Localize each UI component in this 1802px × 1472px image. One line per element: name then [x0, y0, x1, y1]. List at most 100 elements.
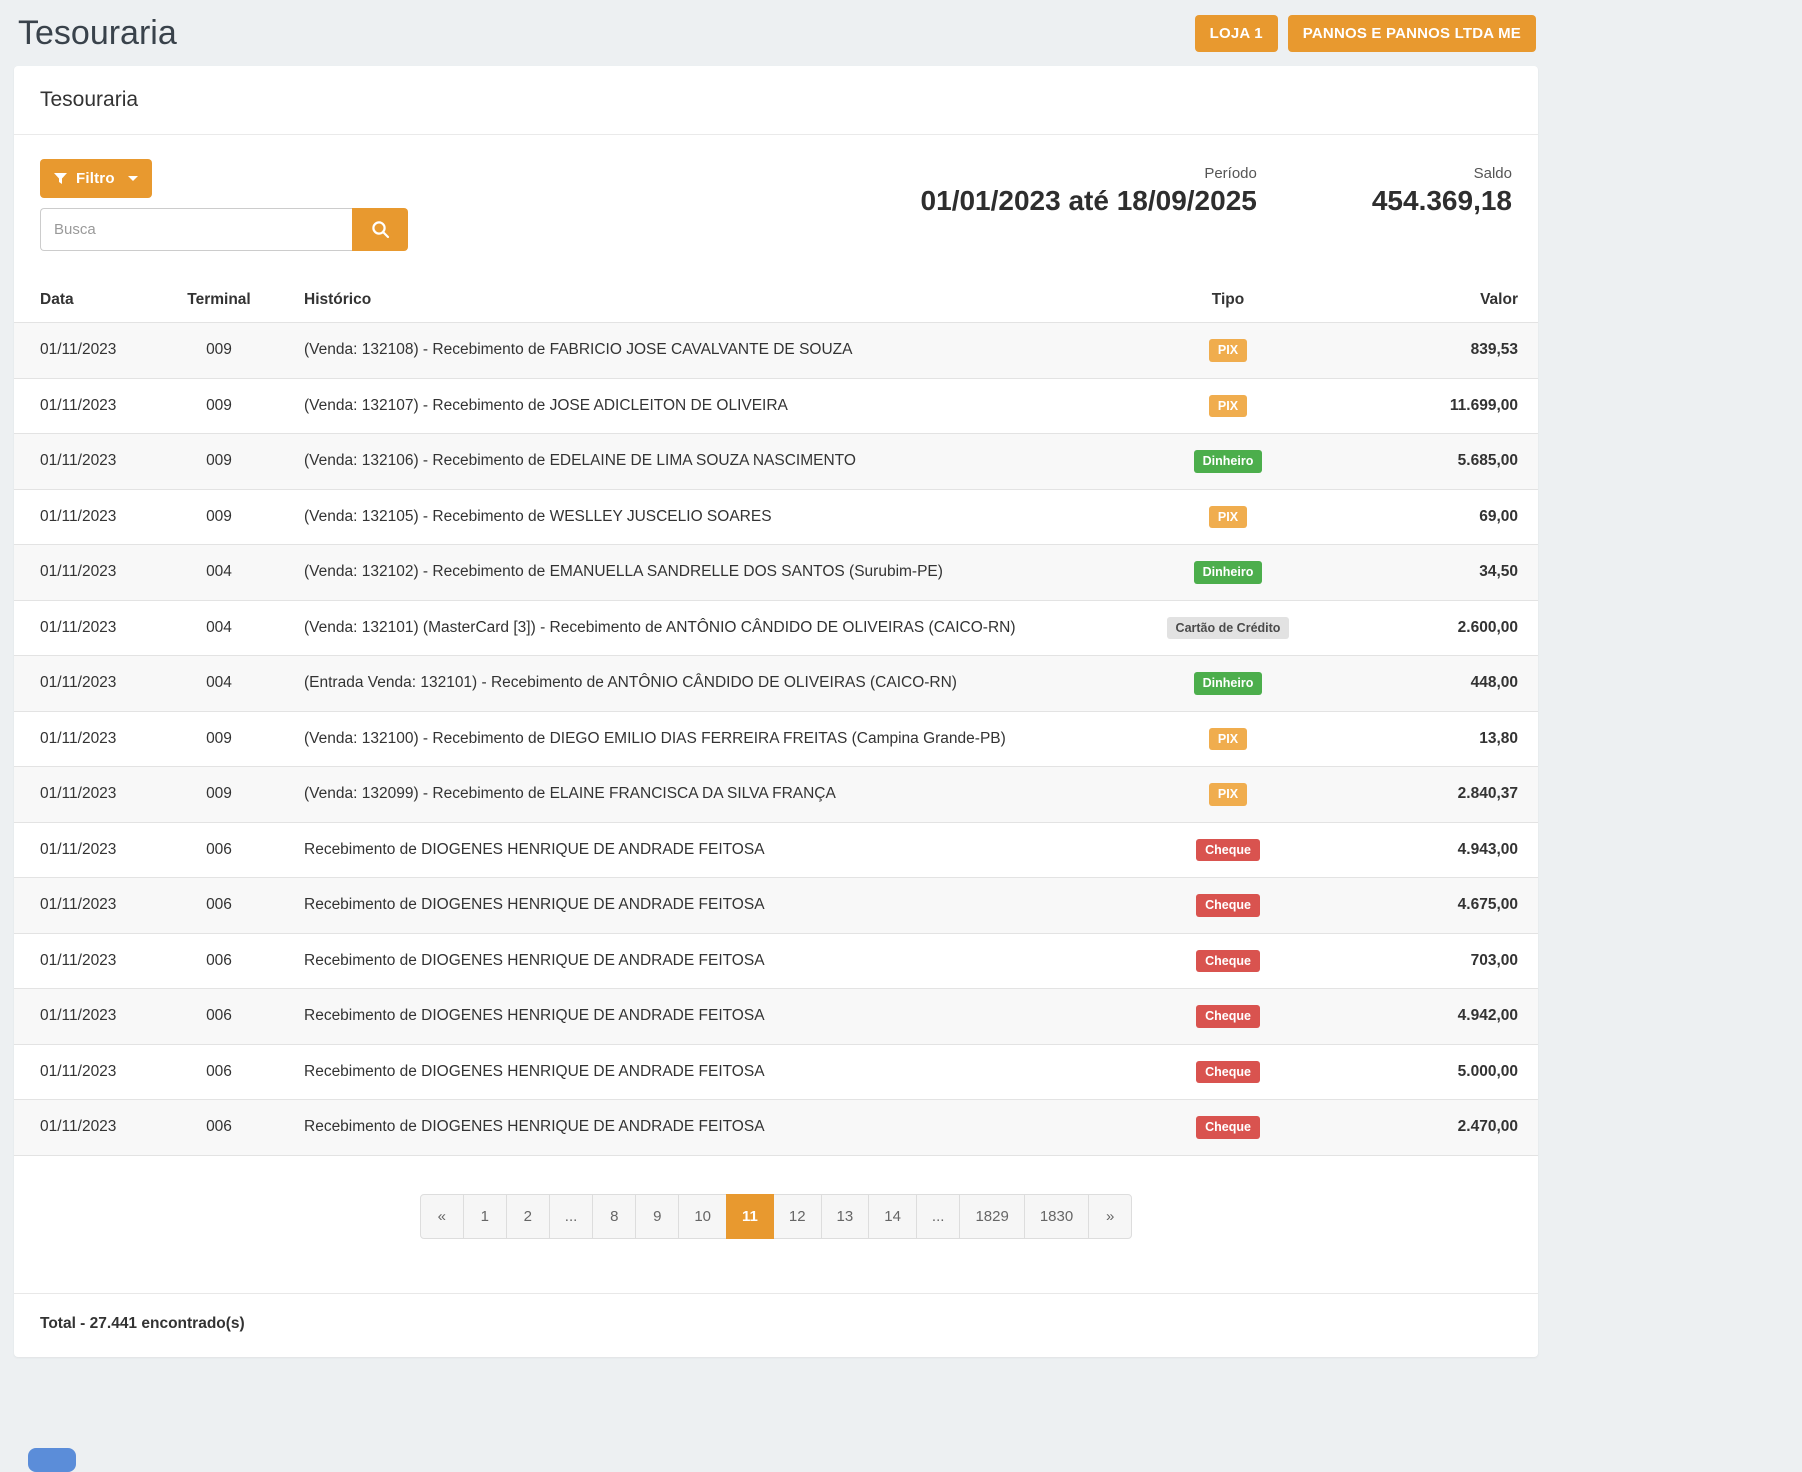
table-row[interactable]: 01/11/2023 009 (Venda: 132108) - Recebim…	[14, 323, 1538, 379]
page-button-2[interactable]: 2	[506, 1194, 550, 1239]
row-terminal: 009	[164, 489, 274, 545]
saldo-label: Saldo	[1372, 165, 1512, 182]
row-historico: Recebimento de DIOGENES HENRIQUE DE ANDR…	[274, 933, 1088, 989]
row-date: 01/11/2023	[14, 989, 164, 1045]
tipo-badge: Cheque	[1196, 1061, 1260, 1084]
search-icon	[371, 220, 390, 239]
topbar: Tesouraria LOJA 1 PANNOS E PANNOS LTDA M…	[0, 0, 1552, 66]
tipo-badge: Cheque	[1196, 894, 1260, 917]
table-row[interactable]: 01/11/2023 009 (Venda: 132106) - Recebim…	[14, 434, 1538, 490]
row-date: 01/11/2023	[14, 767, 164, 823]
store-button[interactable]: LOJA 1	[1195, 15, 1278, 52]
row-valor: 448,00	[1368, 656, 1538, 712]
row-terminal: 006	[164, 1044, 274, 1100]
table-body: 01/11/2023 009 (Venda: 132108) - Recebim…	[14, 323, 1538, 1156]
row-date: 01/11/2023	[14, 323, 164, 379]
table-row[interactable]: 01/11/2023 006 Recebimento de DIOGENES H…	[14, 1044, 1538, 1100]
page-next[interactable]: »	[1088, 1194, 1132, 1239]
row-valor: 839,53	[1368, 323, 1538, 379]
table-row[interactable]: 01/11/2023 006 Recebimento de DIOGENES H…	[14, 822, 1538, 878]
table-row[interactable]: 01/11/2023 006 Recebimento de DIOGENES H…	[14, 878, 1538, 934]
row-historico: (Venda: 132102) - Recebimento de EMANUEL…	[274, 545, 1088, 601]
table-row[interactable]: 01/11/2023 006 Recebimento de DIOGENES H…	[14, 933, 1538, 989]
page-button-1829[interactable]: 1829	[959, 1194, 1024, 1239]
table-row[interactable]: 01/11/2023 004 (Venda: 132102) - Recebim…	[14, 545, 1538, 601]
row-tipo-cell: PIX	[1088, 323, 1368, 379]
row-valor: 4.943,00	[1368, 822, 1538, 878]
page-button-8[interactable]: 8	[592, 1194, 636, 1239]
period-stat: Período 01/01/2023 até 18/09/2025	[921, 165, 1257, 251]
table-row[interactable]: 01/11/2023 004 (Venda: 132101) (MasterCa…	[14, 600, 1538, 656]
tipo-badge: PIX	[1209, 506, 1247, 529]
page-button-12[interactable]: 12	[773, 1194, 822, 1239]
row-date: 01/11/2023	[14, 933, 164, 989]
row-tipo-cell: Cheque	[1088, 878, 1368, 934]
row-historico: (Entrada Venda: 132101) - Recebimento de…	[274, 656, 1088, 712]
tipo-badge: Dinheiro	[1194, 672, 1263, 695]
row-historico: (Venda: 132106) - Recebimento de EDELAIN…	[274, 434, 1088, 490]
row-date: 01/11/2023	[14, 545, 164, 601]
page-button-13[interactable]: 13	[821, 1194, 870, 1239]
pagination-wrap: «12...891011121314...18291830»	[14, 1156, 1538, 1239]
row-date: 01/11/2023	[14, 822, 164, 878]
row-historico: (Venda: 132099) - Recebimento de ELAINE …	[274, 767, 1088, 823]
toolbar-right: Período 01/01/2023 até 18/09/2025 Saldo …	[921, 165, 1512, 251]
page-button-14[interactable]: 14	[868, 1194, 917, 1239]
company-button[interactable]: PANNOS E PANNOS LTDA ME	[1288, 15, 1536, 52]
row-terminal: 006	[164, 878, 274, 934]
row-date: 01/11/2023	[14, 711, 164, 767]
page-button-1830[interactable]: 1830	[1024, 1194, 1089, 1239]
row-tipo-cell: PIX	[1088, 711, 1368, 767]
search-input[interactable]	[40, 208, 352, 251]
row-terminal: 004	[164, 545, 274, 601]
tipo-badge: Dinheiro	[1194, 450, 1263, 473]
page-prev[interactable]: «	[420, 1194, 464, 1239]
col-header-tipo: Tipo	[1088, 277, 1368, 323]
row-tipo-cell: Dinheiro	[1088, 656, 1368, 712]
table-row[interactable]: 01/11/2023 006 Recebimento de DIOGENES H…	[14, 1100, 1538, 1156]
row-valor: 5.000,00	[1368, 1044, 1538, 1100]
table-row[interactable]: 01/11/2023 009 (Venda: 132099) - Recebim…	[14, 767, 1538, 823]
saldo-stat: Saldo 454.369,18	[1372, 165, 1512, 251]
row-tipo-cell: PIX	[1088, 489, 1368, 545]
page-button-9[interactable]: 9	[635, 1194, 679, 1239]
row-historico: (Venda: 132107) - Recebimento de JOSE AD…	[274, 378, 1088, 434]
table-row[interactable]: 01/11/2023 009 (Venda: 132100) - Recebim…	[14, 711, 1538, 767]
filter-button[interactable]: Filtro	[40, 159, 152, 198]
page-button-11[interactable]: 11	[726, 1194, 774, 1239]
page-button-10[interactable]: 10	[678, 1194, 727, 1239]
toolbar-left: Filtro	[40, 159, 408, 251]
floating-widget[interactable]	[28, 1448, 76, 1472]
row-valor: 34,50	[1368, 545, 1538, 601]
row-terminal: 009	[164, 767, 274, 823]
row-terminal: 004	[164, 656, 274, 712]
row-historico: Recebimento de DIOGENES HENRIQUE DE ANDR…	[274, 878, 1088, 934]
row-historico: (Venda: 132105) - Recebimento de WESLLEY…	[274, 489, 1088, 545]
table-row[interactable]: 01/11/2023 009 (Venda: 132107) - Recebim…	[14, 378, 1538, 434]
row-tipo-cell: PIX	[1088, 378, 1368, 434]
saldo-value: 454.369,18	[1372, 185, 1512, 217]
row-date: 01/11/2023	[14, 878, 164, 934]
toolbar: Filtro	[14, 135, 1538, 277]
row-tipo-cell: Cheque	[1088, 822, 1368, 878]
table-row[interactable]: 01/11/2023 009 (Venda: 132105) - Recebim…	[14, 489, 1538, 545]
row-tipo-cell: Cheque	[1088, 989, 1368, 1045]
page-button-1[interactable]: 1	[463, 1194, 507, 1239]
row-date: 01/11/2023	[14, 1044, 164, 1100]
row-valor: 4.942,00	[1368, 989, 1538, 1045]
period-label: Período	[921, 165, 1257, 182]
row-date: 01/11/2023	[14, 1100, 164, 1156]
tesouraria-card: Tesouraria Filtro	[14, 66, 1538, 1357]
pagination: «12...891011121314...18291830»	[420, 1194, 1132, 1239]
search-button[interactable]	[352, 208, 408, 251]
row-tipo-cell: Cheque	[1088, 933, 1368, 989]
row-date: 01/11/2023	[14, 378, 164, 434]
table-row[interactable]: 01/11/2023 006 Recebimento de DIOGENES H…	[14, 989, 1538, 1045]
row-date: 01/11/2023	[14, 656, 164, 712]
row-valor: 2.470,00	[1368, 1100, 1538, 1156]
col-header-historico: Histórico	[274, 277, 1088, 323]
table-header-row: Data Terminal Histórico Tipo Valor	[14, 277, 1538, 323]
row-tipo-cell: Dinheiro	[1088, 434, 1368, 490]
col-header-terminal: Terminal	[164, 277, 274, 323]
table-row[interactable]: 01/11/2023 004 (Entrada Venda: 132101) -…	[14, 656, 1538, 712]
